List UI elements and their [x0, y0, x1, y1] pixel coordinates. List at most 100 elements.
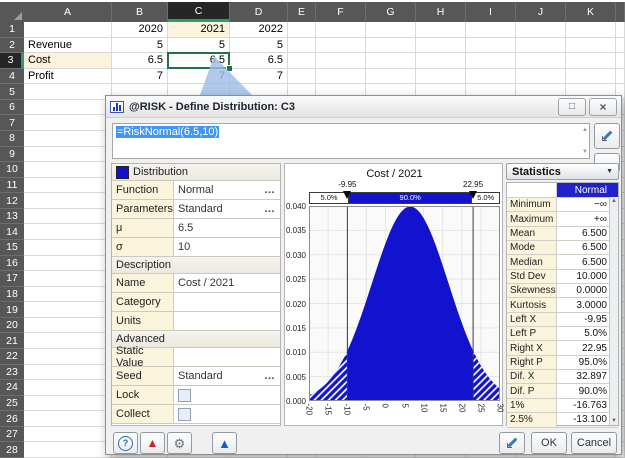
col-header-H[interactable]: H: [416, 2, 466, 22]
cell-C1[interactable]: 2021: [168, 22, 229, 37]
property-value[interactable]: [174, 312, 280, 330]
row-header-21[interactable]: 21: [0, 333, 24, 349]
scroll-up-icon[interactable]: ▲: [610, 197, 618, 205]
col-header-partial[interactable]: [616, 2, 625, 22]
row-header-22[interactable]: 22: [0, 349, 24, 365]
col-header-J[interactable]: J: [516, 2, 566, 22]
property-value[interactable]: [174, 386, 280, 404]
cell-B2[interactable]: 5: [112, 38, 167, 53]
row-header-6[interactable]: 6: [0, 99, 24, 116]
property-label: Lock: [112, 386, 174, 404]
formula-input[interactable]: =RiskNormal(6.5,10) ▲ ▼: [112, 123, 590, 159]
row-header-20[interactable]: 20: [0, 317, 24, 334]
statistics-dropdown[interactable]: Statistics ▼: [506, 163, 619, 180]
collect-checkbox[interactable]: [178, 407, 191, 421]
col-header-K[interactable]: K: [566, 2, 616, 22]
cell-D1[interactable]: 2022: [230, 22, 287, 37]
left-delimiter-handle[interactable]: [342, 191, 351, 199]
row-header-2[interactable]: 2: [0, 37, 24, 54]
distribution-view-button[interactable]: ▲: [212, 432, 237, 454]
ok-button[interactable]: OK: [531, 432, 567, 454]
col-header-B[interactable]: B: [112, 2, 168, 22]
statistics-scrollbar[interactable]: ▲ ▼: [609, 197, 618, 425]
close-button[interactable]: ×: [589, 97, 617, 116]
property-value[interactable]: [174, 348, 280, 366]
row-header-14[interactable]: 14: [0, 224, 24, 240]
property-row-parameters: Parameters Standard…: [112, 200, 280, 219]
maximize-button[interactable]: □: [558, 97, 586, 116]
property-value[interactable]: 10: [174, 238, 280, 256]
row-header-28[interactable]: 28: [0, 442, 24, 458]
property-value[interactable]: Cost / 2021: [174, 274, 280, 292]
row-header-19[interactable]: 19: [0, 302, 24, 318]
ellipsis-button[interactable]: …: [264, 184, 276, 196]
col-header-C[interactable]: C: [168, 2, 230, 22]
row-header-15[interactable]: 15: [0, 240, 24, 256]
help-button[interactable]: ?: [113, 432, 138, 454]
cell-A2[interactable]: Revenue: [24, 38, 111, 53]
col-header-I[interactable]: I: [466, 2, 516, 22]
property-value[interactable]: [174, 405, 280, 423]
row-header-9[interactable]: 9: [0, 146, 24, 163]
density-plot[interactable]: [308, 205, 501, 402]
cell-C2[interactable]: 5: [168, 38, 229, 53]
col-header-G[interactable]: G: [366, 2, 416, 22]
row-header-8[interactable]: 8: [0, 131, 24, 147]
col-header-A[interactable]: A: [24, 2, 112, 22]
row-header-17[interactable]: 17: [0, 271, 24, 287]
edit-formula-button[interactable]: [594, 123, 620, 149]
row-header-10[interactable]: 10: [0, 162, 24, 178]
property-value[interactable]: [174, 293, 280, 311]
overlay-distribution-button[interactable]: ▲: [140, 432, 165, 454]
row-header-1[interactable]: 1: [0, 22, 24, 38]
col-header-D[interactable]: D: [230, 2, 288, 22]
section-header-label: Distribution: [133, 166, 189, 178]
stat-row-minimum: Minimum −∞: [507, 198, 618, 213]
row-header-23[interactable]: 23: [0, 364, 24, 381]
cell-D4[interactable]: 7: [230, 69, 287, 84]
row-header-27[interactable]: 27: [0, 426, 24, 443]
col-header-F[interactable]: F: [316, 2, 366, 22]
property-value[interactable]: Normal…: [174, 181, 280, 199]
section-header-description: Description: [112, 257, 280, 274]
cell-B1[interactable]: 2020: [112, 22, 167, 37]
copy-graph-button[interactable]: [499, 432, 525, 454]
cell-D2[interactable]: 5: [230, 38, 287, 53]
stat-label: Left X: [507, 312, 557, 327]
dialog-titlebar[interactable]: @RISK - Define Distribution: C3 □ ×: [106, 96, 621, 118]
property-value[interactable]: Standard…: [174, 200, 280, 218]
scroll-down-icon[interactable]: ▼: [610, 417, 618, 425]
ellipsis-button[interactable]: …: [264, 370, 276, 382]
row-header-16[interactable]: 16: [0, 255, 24, 272]
row-header-18[interactable]: 18: [0, 286, 24, 303]
formula-scroll-down-icon[interactable]: ▼: [582, 149, 588, 155]
cell-B3[interactable]: 6.5: [112, 53, 167, 68]
row-header-7[interactable]: 7: [0, 115, 24, 131]
cell-B4[interactable]: 7: [112, 69, 167, 84]
row-header-13[interactable]: 13: [0, 208, 24, 225]
formula-scroll-up-icon[interactable]: ▲: [582, 127, 588, 133]
row-header-4[interactable]: 4: [0, 68, 24, 85]
cell-A3[interactable]: Cost: [24, 53, 111, 68]
property-row-static-value: Static Value: [112, 345, 280, 369]
stat-row-right-p: Right P 95.0%: [507, 355, 618, 371]
lock-checkbox[interactable]: [178, 388, 191, 402]
row-header-11[interactable]: 11: [0, 177, 24, 194]
graph-settings-button[interactable]: ⚙: [167, 432, 192, 454]
x-axis-tick: -10: [342, 403, 352, 416]
row-header-12[interactable]: 12: [0, 193, 24, 209]
right-delimiter-handle[interactable]: [468, 191, 477, 199]
row-header-24[interactable]: 24: [0, 380, 24, 396]
row-header-25[interactable]: 25: [0, 395, 24, 412]
property-value[interactable]: Standard…: [174, 367, 280, 385]
cell-A4[interactable]: Profit: [24, 69, 111, 84]
row-header-26[interactable]: 26: [0, 411, 24, 427]
cell-D3[interactable]: 6.5: [230, 53, 287, 68]
col-header-E[interactable]: E: [288, 2, 316, 22]
row-header-3[interactable]: 3: [0, 53, 24, 69]
row-header-5[interactable]: 5: [0, 84, 24, 100]
cancel-button[interactable]: Cancel: [571, 432, 617, 454]
property-value[interactable]: 6.5: [174, 219, 280, 237]
select-all-corner[interactable]: [0, 2, 24, 22]
ellipsis-button[interactable]: …: [264, 203, 276, 215]
